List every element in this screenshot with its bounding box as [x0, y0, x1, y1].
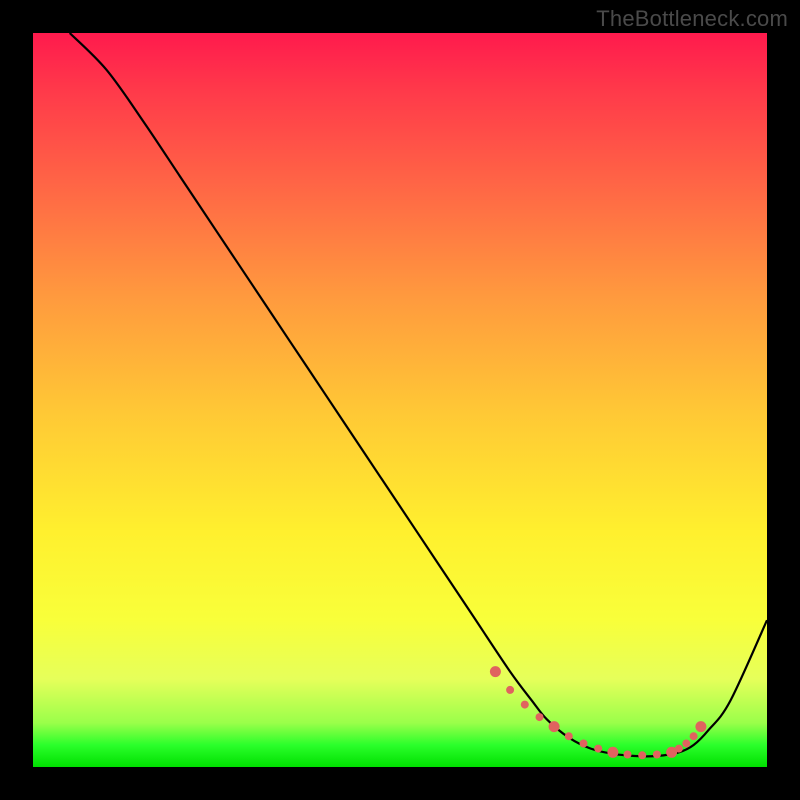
series-curve	[70, 33, 767, 756]
marker-dot	[675, 745, 683, 753]
marker-dot	[549, 721, 560, 732]
marker-dot	[521, 701, 529, 709]
marker-dot	[506, 686, 514, 694]
highlight-markers	[490, 666, 707, 759]
plot-area	[33, 33, 767, 767]
marker-dot	[580, 740, 588, 748]
marker-dot	[695, 721, 706, 732]
marker-dot	[624, 751, 632, 759]
marker-dot	[565, 732, 573, 740]
marker-dot	[594, 745, 602, 753]
marker-dot	[536, 713, 544, 721]
marker-dot	[607, 747, 618, 758]
marker-dot	[653, 751, 661, 759]
chart-frame: TheBottleneck.com	[0, 0, 800, 800]
watermark-text: TheBottleneck.com	[596, 6, 788, 32]
marker-dot	[690, 732, 698, 740]
chart-svg	[33, 33, 767, 767]
marker-dot	[490, 666, 501, 677]
marker-dot	[638, 751, 646, 759]
marker-dot	[682, 740, 690, 748]
